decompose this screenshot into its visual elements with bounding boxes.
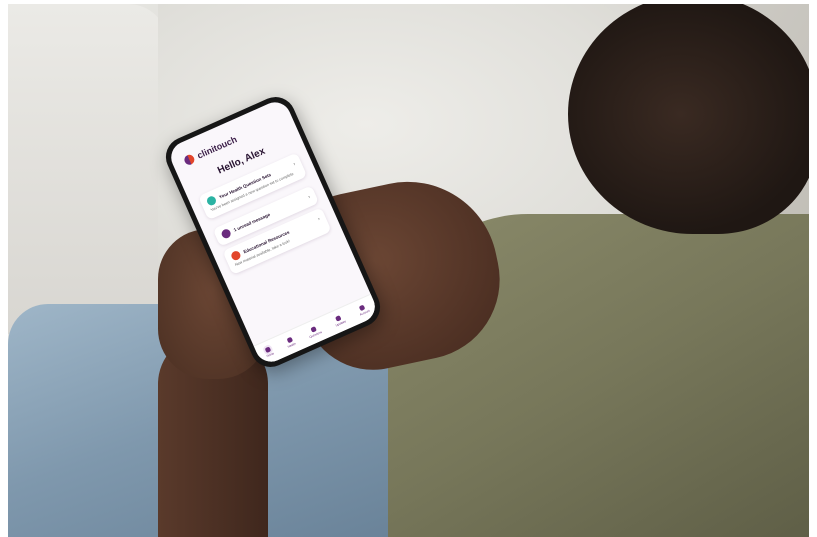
clinitouch-logo-icon [182, 153, 196, 167]
couch-arm [8, 4, 168, 334]
chevron-right-icon: › [306, 193, 311, 200]
chevron-right-icon: › [292, 160, 297, 168]
nav-home[interactable]: Home [263, 346, 275, 358]
nav-questions[interactable]: Questions [306, 324, 323, 339]
nav-health[interactable]: Health [284, 336, 296, 349]
chevron-right-icon: › [316, 215, 321, 222]
nav-account[interactable]: Account [356, 303, 370, 317]
photo: clinitouch Hello, Alex Your Health Quest… [8, 4, 809, 537]
nav-updates[interactable]: Updates [332, 314, 347, 327]
message-icon [220, 227, 233, 240]
brand-name: clinitouch [195, 134, 239, 161]
